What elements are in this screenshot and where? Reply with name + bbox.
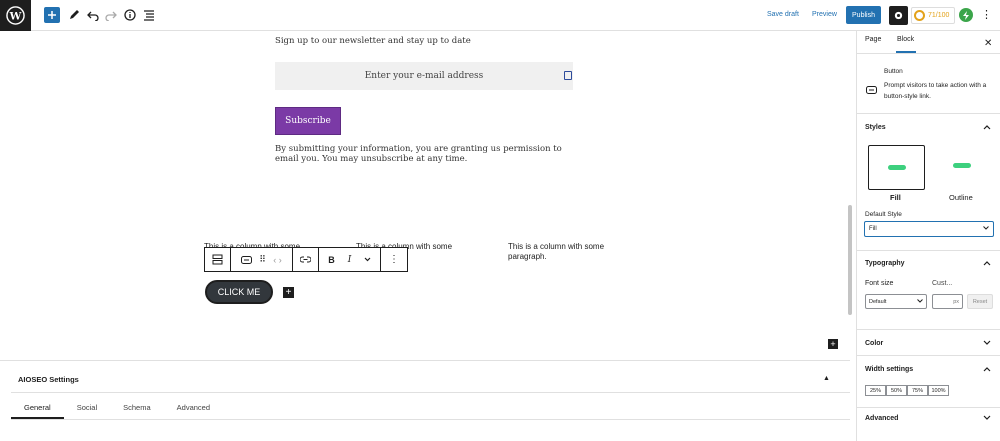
custom-size-label: Cust... <box>932 280 953 287</box>
more-formats-chevron-icon[interactable] <box>359 248 377 271</box>
svg-text:W: W <box>9 10 22 22</box>
width-25-button[interactable]: 25% <box>865 385 886 396</box>
settings-gear-icon[interactable] <box>889 6 908 25</box>
width-chevron-icon[interactable] <box>983 365 991 374</box>
typography-chevron-icon[interactable] <box>983 259 991 268</box>
parent-block-icon[interactable] <box>205 248 231 271</box>
canvas-scrollbar[interactable] <box>848 205 852 315</box>
block-options-icon[interactable]: ⋮ <box>381 248 407 271</box>
info-icon[interactable] <box>122 7 138 23</box>
default-style-select[interactable]: Fill <box>864 221 994 237</box>
more-options-icon[interactable]: ⋮ <box>981 8 992 22</box>
column-3-text[interactable]: This is a column with some paragraph. <box>508 242 618 262</box>
width-75-button[interactable]: 75% <box>907 385 928 396</box>
score-value: 71/100 <box>928 12 950 19</box>
format-group: B I <box>319 248 381 271</box>
styles-chevron-icon[interactable] <box>983 123 991 132</box>
width-100-button[interactable]: 100% <box>928 385 949 396</box>
width-50-button[interactable]: 50% <box>886 385 907 396</box>
move-arrows-icon[interactable]: ‹ › <box>270 248 286 271</box>
aioseo-score-badge[interactable]: 71/100 <box>911 7 955 24</box>
settings-sidebar: Page Block ✕ Button Prompt visitors to t… <box>856 31 1000 441</box>
redo-icon[interactable] <box>103 7 119 23</box>
email-input[interactable]: Enter your e-mail address <box>275 62 573 90</box>
style-outline-preview[interactable] <box>953 163 971 168</box>
default-style-value: Fill <box>869 226 877 232</box>
score-ring-icon <box>914 10 925 21</box>
px-unit: px <box>953 299 959 305</box>
block-name: Button <box>884 68 903 75</box>
publish-button[interactable]: Publish <box>846 6 881 24</box>
fill-pill <box>887 165 906 170</box>
tab-block[interactable]: Block <box>896 36 917 53</box>
width-button-group: 25% 50% 75% 100% <box>865 385 949 396</box>
font-size-chevron-icon <box>917 299 923 305</box>
width-settings-title[interactable]: Width settings <box>865 366 913 373</box>
editor-top-bar: W Save draft Preview Publish 71/100 ⋮ <box>0 0 1000 31</box>
performance-bolt-icon[interactable] <box>959 8 973 22</box>
inline-add-block-icon[interactable]: + <box>283 287 294 298</box>
click-me-button[interactable]: CLICK ME <box>205 280 273 304</box>
email-field-icon <box>564 71 572 80</box>
block-toolbar: ⠿ ‹ › B I ⋮ <box>204 247 408 272</box>
reset-button[interactable]: Reset <box>967 294 993 309</box>
add-block-button[interactable] <box>44 7 60 23</box>
tab-social[interactable]: Social <box>64 393 110 419</box>
default-style-label: Default Style <box>865 211 902 218</box>
collapse-caret-icon[interactable]: ▲ <box>823 375 830 382</box>
typography-title[interactable]: Typography <box>865 260 905 267</box>
tab-advanced[interactable]: Advanced <box>164 393 223 419</box>
bold-icon[interactable]: B <box>323 248 341 271</box>
drag-handle-icon[interactable]: ⠿ <box>259 248 267 271</box>
color-title[interactable]: Color <box>865 340 883 347</box>
style-fill-preview[interactable] <box>868 145 925 190</box>
style-fill-label[interactable]: Fill <box>890 193 901 202</box>
aioseo-tabs: General Social Schema Advanced <box>11 392 850 420</box>
custom-size-input[interactable]: px <box>932 294 963 309</box>
undo-icon[interactable] <box>85 7 101 23</box>
button-block-icon[interactable] <box>238 248 256 271</box>
link-icon[interactable] <box>293 248 319 271</box>
tab-general[interactable]: General <box>11 393 64 419</box>
block-type-group: ⠿ ‹ › <box>231 248 293 271</box>
newsletter-heading: Sign up to our newsletter and stay up to… <box>275 36 471 46</box>
color-section: Color <box>857 329 1000 355</box>
style-outline-label[interactable]: Outline <box>949 193 973 202</box>
tab-schema[interactable]: Schema <box>110 393 164 419</box>
wordpress-logo-icon[interactable]: W <box>0 0 31 31</box>
italic-icon[interactable]: I <box>341 248 359 271</box>
aioseo-panel: AIOSEO Settings ▲ General Social Schema … <box>0 360 850 441</box>
select-chevron-icon <box>983 226 989 232</box>
font-size-select[interactable]: Default <box>865 294 927 309</box>
close-icon[interactable]: ✕ <box>984 38 992 49</box>
tab-page[interactable]: Page <box>865 36 881 51</box>
typography-section: Typography <box>857 250 1000 330</box>
subscribe-button[interactable]: Subscribe <box>275 107 341 135</box>
preview-button[interactable]: Preview <box>812 11 837 18</box>
append-block-icon[interactable]: + <box>828 339 838 349</box>
font-size-label: Font size <box>865 280 894 287</box>
aioseo-title[interactable]: AIOSEO Settings <box>18 375 79 384</box>
font-size-value: Default <box>869 299 887 305</box>
pencil-tools-icon[interactable] <box>66 7 82 23</box>
consent-text: By submitting your information, you are … <box>275 144 562 164</box>
color-chevron-icon[interactable] <box>983 339 991 348</box>
button-block-type-icon <box>866 81 877 99</box>
tabs-divider <box>857 53 1000 54</box>
styles-title[interactable]: Styles <box>865 124 886 131</box>
width-settings-section: Width settings 25% 50% 75% 100% <box>857 355 1000 407</box>
block-description: Prompt visitors to take action with a bu… <box>884 82 987 100</box>
advanced-title[interactable]: Advanced <box>865 415 898 422</box>
save-draft-button[interactable]: Save draft <box>767 11 799 18</box>
list-view-icon[interactable] <box>141 7 157 23</box>
advanced-chevron-icon[interactable] <box>983 414 991 423</box>
advanced-section: Advanced <box>857 407 1000 441</box>
